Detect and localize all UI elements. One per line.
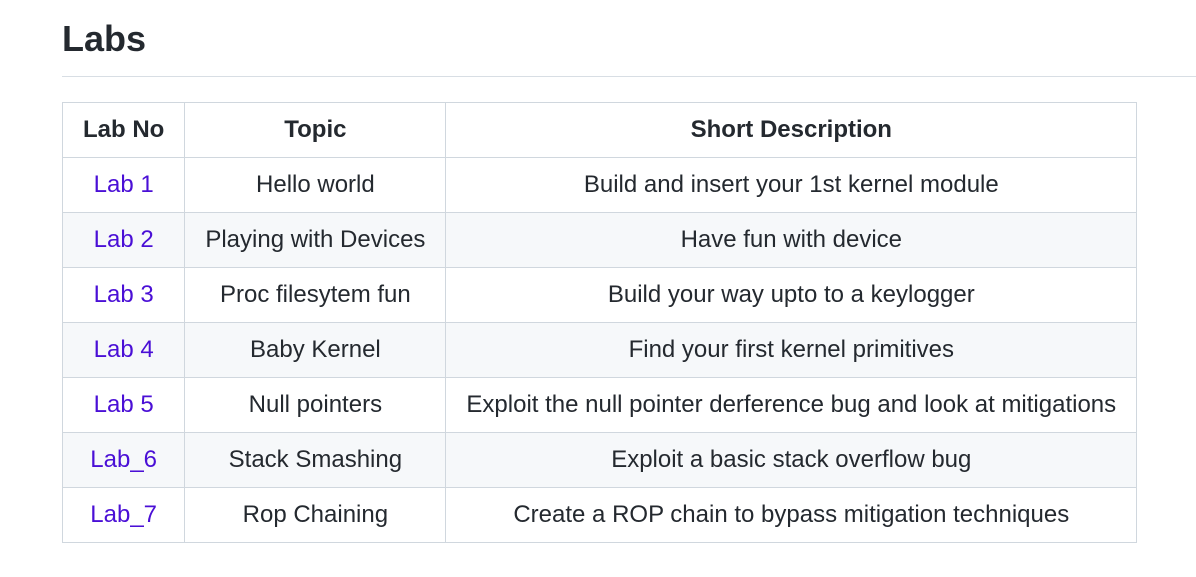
table-header-row: Lab No Topic Short Description <box>61 102 1138 158</box>
lab-link[interactable]: Lab 4 <box>94 336 154 363</box>
header-topic: Topic <box>184 102 447 158</box>
table-row: Lab_6 Stack Smashing Exploit a basic sta… <box>61 432 1138 488</box>
lab-cell: Lab 4 <box>61 322 186 378</box>
topic-cell: Proc filesytem fun <box>184 267 447 323</box>
description-cell: Build your way upto to a keylogger <box>445 267 1138 323</box>
lab-cell: Lab_7 <box>61 487 186 543</box>
lab-link[interactable]: Lab 2 <box>94 226 154 253</box>
topic-cell: Rop Chaining <box>184 487 447 543</box>
lab-link[interactable]: Lab 3 <box>94 281 154 308</box>
lab-link[interactable]: Lab_6 <box>90 446 157 473</box>
table-row: Lab 2 Playing with Devices Have fun with… <box>61 212 1138 268</box>
table-row: Lab 4 Baby Kernel Find your first kernel… <box>61 322 1138 378</box>
lab-cell: Lab 3 <box>61 267 186 323</box>
table-row: Lab_7 Rop Chaining Create a ROP chain to… <box>61 487 1138 543</box>
topic-cell: Null pointers <box>184 377 447 433</box>
description-cell: Exploit a basic stack overflow bug <box>445 432 1138 488</box>
description-cell: Exploit the null pointer derference bug … <box>445 377 1138 433</box>
header-lab-no: Lab No <box>61 102 186 158</box>
lab-link[interactable]: Lab 5 <box>94 391 154 418</box>
table-row: Lab 1 Hello world Build and insert your … <box>61 157 1138 213</box>
description-cell: Build and insert your 1st kernel module <box>445 157 1138 213</box>
page-title: Labs <box>62 18 147 59</box>
heading-divider <box>62 76 1196 77</box>
lab-cell: Lab 1 <box>61 157 186 213</box>
description-cell: Have fun with device <box>445 212 1138 268</box>
topic-cell: Hello world <box>184 157 447 213</box>
table-row: Lab 5 Null pointers Exploit the null poi… <box>61 377 1138 433</box>
topic-cell: Playing with Devices <box>184 212 447 268</box>
description-cell: Create a ROP chain to bypass mitigation … <box>445 487 1138 543</box>
lab-link[interactable]: Lab 1 <box>94 171 154 198</box>
labs-table: Lab No Topic Short Description Lab 1 Hel… <box>61 102 1138 543</box>
lab-link[interactable]: Lab_7 <box>90 501 157 528</box>
description-cell: Find your first kernel primitives <box>445 322 1138 378</box>
lab-cell: Lab_6 <box>61 432 186 488</box>
table-row: Lab 3 Proc filesytem fun Build your way … <box>61 267 1138 323</box>
header-description: Short Description <box>445 102 1138 158</box>
lab-cell: Lab 2 <box>61 212 186 268</box>
topic-cell: Baby Kernel <box>184 322 447 378</box>
topic-cell: Stack Smashing <box>184 432 447 488</box>
lab-cell: Lab 5 <box>61 377 186 433</box>
